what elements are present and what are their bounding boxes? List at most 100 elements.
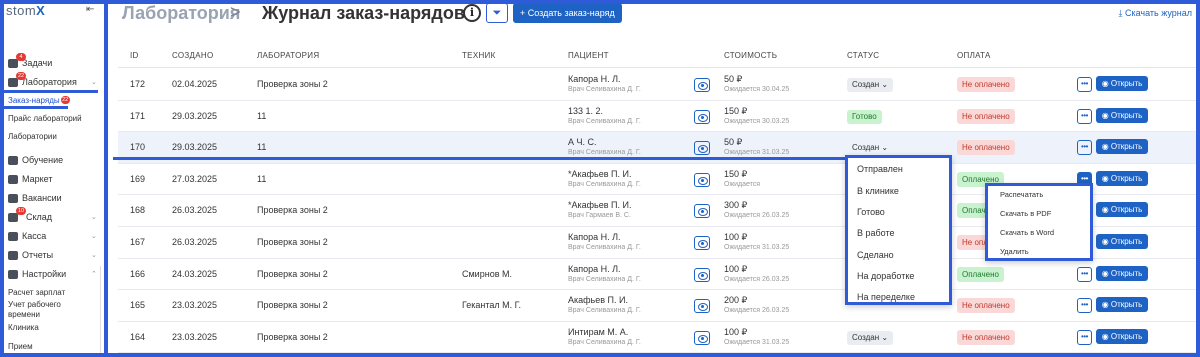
status-badge[interactable]: Создан ⌄ [847, 330, 894, 345]
highlight-underline [4, 90, 98, 93]
download-pdf-option[interactable]: Скачать в PDF [1000, 209, 1051, 218]
print-option[interactable]: Распечатать [1000, 190, 1043, 199]
cell-patient: Капора Н. Л. [568, 263, 621, 274]
open-button[interactable]: ◉ Открыть [1096, 234, 1148, 249]
sidebar-sub-clinic[interactable]: Клиника [8, 323, 39, 332]
status-option[interactable]: Отправлен [857, 164, 903, 174]
sidebar-item-education[interactable]: Обучение [8, 155, 63, 165]
cell-expected: Ожидается 30.04.25 [724, 86, 790, 93]
cell-created: 27.03.2025 [172, 173, 218, 184]
status-badge[interactable]: Создан ⌄ [847, 141, 893, 155]
breadcrumb-separator: > [230, 2, 241, 22]
cell-lab: Проверка зоны 2 [257, 268, 328, 279]
status-option[interactable]: Сделано [857, 250, 894, 260]
warehouse-badge: 10 [16, 207, 26, 215]
sidebar-item-vacancies[interactable]: Вакансии [8, 193, 62, 203]
highlight-underline [4, 106, 68, 109]
column-header-payment: ОПЛАТА [957, 51, 991, 60]
download-word-option[interactable]: Скачать в Word [1000, 228, 1054, 237]
open-button[interactable]: ◉ Открыть [1096, 297, 1148, 313]
create-order-button[interactable]: + Создать заказ-наряд [513, 3, 622, 23]
gear-icon [8, 269, 18, 279]
status-option[interactable]: Готово [857, 207, 885, 217]
sidebar-item-reports[interactable]: Отчеты ⌄ [8, 250, 97, 260]
cell-doctor: Врач Селивахина Д. Г. [568, 275, 641, 283]
column-header-created: СОЗДАНО [172, 51, 214, 60]
sidebar-sub-orders[interactable]: Заказ-наряды 22 [8, 96, 70, 105]
cell-lab: Проверка зоны 2 [257, 300, 328, 311]
more-actions-button[interactable]: ••• [1077, 140, 1092, 156]
filter-icon[interactable]: ⏷ [486, 3, 508, 23]
status-badge[interactable]: Готово [847, 109, 882, 124]
download-journal-link[interactable]: ⤓ Скачать журнал [1119, 8, 1192, 19]
open-button[interactable]: ◉ Открыть [1096, 328, 1148, 344]
table-row[interactable]: 171 29.03.2025 11 133 1. 2. Врач Селивахина … [118, 101, 1196, 133]
more-actions-button[interactable]: ••• [1077, 108, 1092, 124]
status-option[interactable]: На переделке [857, 292, 915, 302]
sidebar-item-warehouse[interactable]: 10 Склад ⌄ [8, 207, 97, 222]
status-option[interactable]: На доработке [857, 271, 914, 281]
status-option[interactable]: В клинике [857, 186, 899, 196]
open-button[interactable]: ◉ Открыть [1096, 107, 1148, 123]
info-icon[interactable]: i [463, 4, 481, 22]
delete-option[interactable]: Удалить [1000, 247, 1029, 256]
sidebar-item-label: Задачи [22, 58, 53, 68]
cell-id: 169 [130, 173, 146, 184]
status-badge[interactable]: Создан ⌄ [847, 78, 894, 92]
sidebar-sub-timesheet-2[interactable]: времени [8, 310, 40, 319]
table-row[interactable]: 164 23.03.2025 Проверка зоны 2 Интирам М. А… [118, 322, 1196, 354]
eye-icon[interactable] [694, 299, 710, 314]
sidebar-item-laboratory[interactable]: 22 Лаборатория ⌄ [8, 72, 97, 87]
open-button[interactable]: ◉ Открыть [1096, 170, 1148, 186]
eye-icon[interactable] [694, 172, 710, 187]
cell-patient: А Ч. С. [568, 137, 597, 148]
cell-expected: Ожидается 31.03.25 [724, 149, 790, 157]
status-option[interactable]: В работе [857, 228, 895, 238]
collapse-sidebar-icon[interactable]: ⇤ [86, 4, 94, 15]
cell-id: 167 [130, 237, 146, 247]
sidebar-item-market[interactable]: Маркет [8, 174, 52, 184]
sidebar-item-cash[interactable]: Касса ⌄ [8, 231, 97, 241]
app-logo[interactable]: stomX [6, 3, 45, 18]
sidebar-item-settings[interactable]: Настройки ⌃ [8, 269, 97, 279]
eye-icon[interactable] [694, 204, 710, 219]
open-button[interactable]: ◉ Открыть [1096, 202, 1148, 218]
table-row[interactable]: 166 24.03.2025 Проверка зоны 2 Смирнов М. Ка… [118, 259, 1196, 291]
cell-expected: Ожидается 31.03.25 [724, 338, 790, 346]
more-actions-button[interactable]: ••• [1077, 266, 1092, 282]
table-row[interactable]: 165 23.03.2025 Проверка зоны 2 Гекантал М. … [118, 290, 1196, 322]
sidebar-sub-reception[interactable]: Прием [8, 342, 33, 351]
sidebar-sub-labs[interactable]: Лаборатории [8, 132, 57, 141]
eye-icon[interactable] [694, 267, 710, 282]
chevron-up-icon: ⌃ [91, 271, 97, 278]
eye-icon[interactable] [694, 236, 710, 250]
sidebar-item-tasks[interactable]: 4 Задачи [8, 53, 53, 68]
cell-technician: Смирнов М. [462, 268, 512, 279]
open-button[interactable]: ◉ Открыть [1096, 76, 1148, 91]
more-actions-button[interactable]: ••• [1077, 298, 1092, 314]
cell-doctor: Врач Селивахина Д. Г. [568, 244, 641, 251]
sidebar-sub-timesheet[interactable]: Учет рабочего [8, 300, 61, 309]
breadcrumb-root[interactable]: Лаборатория [122, 3, 240, 24]
sidebar-sub-lab-price[interactable]: Прайс лабораторий [8, 114, 82, 123]
cell-created: 02.04.2025 [172, 79, 218, 89]
eye-icon[interactable] [694, 330, 710, 345]
eye-icon[interactable] [694, 78, 710, 92]
table-row[interactable]: 172 02.04.2025 Проверка зоны 2 Капора Н. Л.… [118, 69, 1196, 101]
cell-lab: Проверка зоны 2 [257, 205, 328, 216]
cell-patient: *Акафьев П. И. [568, 200, 632, 211]
cell-lab: 11 [257, 142, 267, 153]
eye-icon[interactable] [694, 141, 710, 156]
cell-technician: Гекантал М. Г. [462, 300, 521, 311]
open-button[interactable]: ◉ Открыть [1096, 139, 1148, 155]
eye-icon[interactable] [694, 109, 710, 124]
sidebar-sub-payroll[interactable]: Расчет зарплат [8, 288, 65, 297]
open-button[interactable]: ◉ Открыть [1096, 265, 1148, 281]
cell-expected: Ожидается 30.03.25 [724, 117, 790, 125]
cell-created: 24.03.2025 [172, 268, 218, 279]
cell-doctor: Врач Гармаев В. С. [568, 212, 631, 220]
cell-patient: Интирам М. А. [568, 326, 629, 337]
more-actions-button[interactable]: ••• [1077, 77, 1092, 92]
more-actions-button[interactable]: ••• [1077, 329, 1092, 345]
sidebar-highlight-border [104, 0, 108, 357]
